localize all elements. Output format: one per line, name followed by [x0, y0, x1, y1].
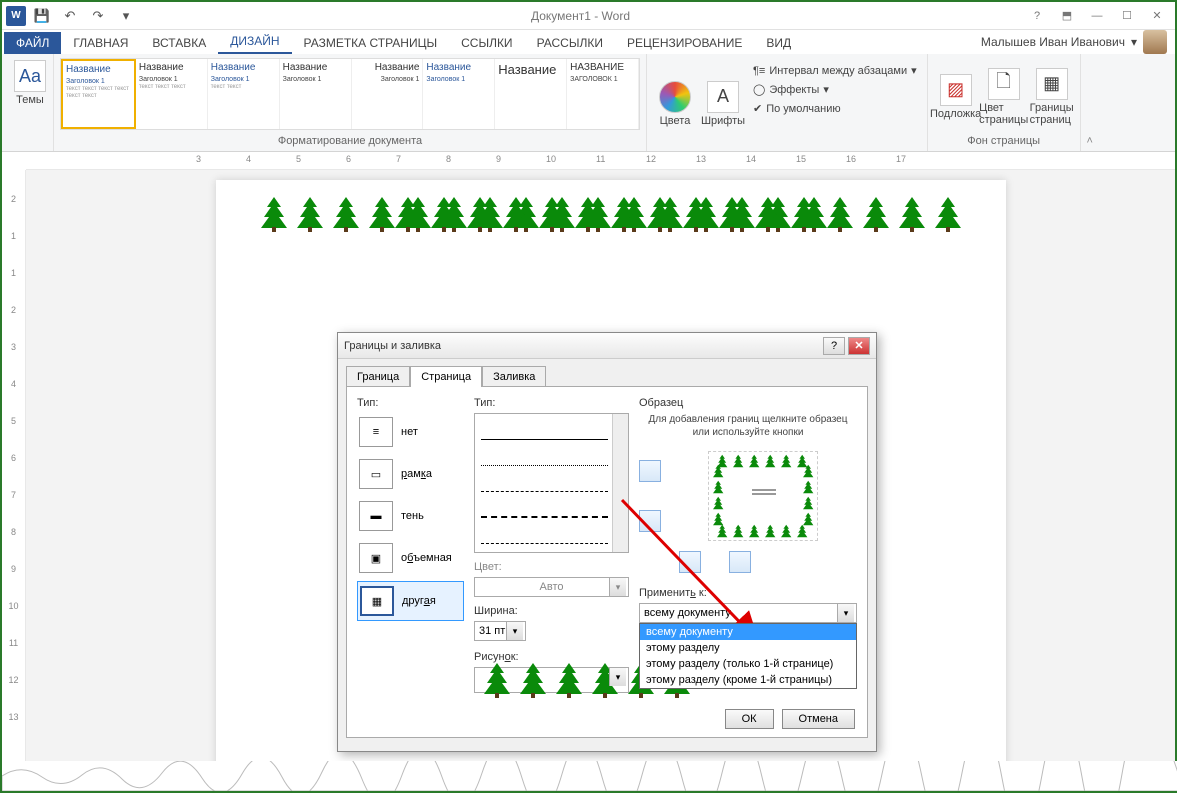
color-label: Цвет: — [474, 561, 629, 573]
page-color-button[interactable]: 🗋Цвет страницы — [982, 58, 1026, 135]
torn-edge — [2, 761, 1177, 791]
cancel-button[interactable]: Отмена — [782, 709, 855, 729]
window-title: Документ1 - Word — [138, 9, 1023, 23]
tab-home[interactable]: ГЛАВНАЯ — [61, 32, 140, 54]
close-button[interactable]: ✕ — [1143, 6, 1171, 26]
style-scrollbar[interactable] — [612, 414, 628, 552]
page-color-icon: 🗋 — [988, 68, 1020, 100]
apply-to-list[interactable]: всему документу этому разделу этому разд… — [639, 623, 857, 689]
apply-opt-whole-doc[interactable]: всему документу — [640, 624, 856, 640]
apply-opt-section-first[interactable]: этому разделу (только 1-й странице) — [640, 656, 856, 672]
width-label: Ширина: — [474, 605, 629, 617]
ribbon-tabs: ФАЙЛ ГЛАВНАЯ ВСТАВКА ДИЗАЙН РАЗМЕТКА СТР… — [2, 30, 1175, 54]
tab-file[interactable]: ФАЙЛ — [4, 32, 61, 54]
themes-label: Темы — [16, 94, 44, 106]
save-button[interactable]: 💾 — [30, 5, 54, 27]
preview-right-btn[interactable] — [729, 551, 751, 573]
ribbon: Aa Темы НазваниеЗаголовок 1текст текст т… — [2, 54, 1175, 152]
minimize-button[interactable]: — — [1083, 6, 1111, 26]
preview-hint: Для добавления границ щелкните образец и… — [639, 413, 857, 439]
help-button[interactable]: ? — [1023, 6, 1051, 26]
tab-design[interactable]: ДИЗАЙН — [218, 30, 291, 54]
page-borders-button[interactable]: ▦Границы страниц — [1030, 58, 1074, 135]
maximize-button[interactable]: ☐ — [1113, 6, 1141, 26]
dialog-title: Границы и заливка — [344, 340, 820, 352]
word-icon: W — [6, 6, 26, 26]
apply-to-dropdown[interactable]: всему документу — [639, 603, 857, 623]
themes-icon: Aa — [14, 60, 46, 92]
tab-references[interactable]: ССЫЛКИ — [449, 32, 524, 54]
page-borders-icon: ▦ — [1036, 68, 1068, 100]
dialog-body: Тип: ≡нет ▭рамка ▬тень ▣объемная ▦другая… — [346, 386, 868, 738]
ribbon-options-button[interactable]: ⬒ — [1053, 6, 1081, 26]
style-label: Тип: — [474, 397, 629, 409]
avatar — [1143, 30, 1167, 54]
set-default-button[interactable]: ✔ По умолчанию — [749, 100, 921, 117]
type-3d[interactable]: ▣объемная — [357, 539, 464, 577]
type-label: Тип: — [357, 397, 464, 409]
apply-opt-section-except-first[interactable]: этому разделу (кроме 1-й страницы) — [640, 672, 856, 688]
preview-left-btn[interactable] — [679, 551, 701, 573]
border-right-trees — [390, 195, 966, 238]
watermark-button[interactable]: ▨Подложка — [934, 58, 978, 135]
qat-customize[interactable]: ▾ — [114, 5, 138, 27]
preview-box[interactable] — [708, 451, 818, 541]
tab-page-layout[interactable]: РАЗМЕТКА СТРАНИЦЫ — [292, 32, 450, 54]
colors-button[interactable]: Цвета — [653, 58, 697, 149]
dialog-help-button[interactable]: ? — [823, 337, 845, 355]
type-shadow[interactable]: ▬тень — [357, 497, 464, 535]
group-bg-label: Фон страницы — [934, 135, 1074, 149]
tab-review[interactable]: РЕЦЕНЗИРОВАНИЕ — [615, 32, 754, 54]
user-area[interactable]: Малышев Иван Иванович ▾ — [981, 30, 1175, 54]
collapse-ribbon-button[interactable]: ˄ — [1081, 54, 1099, 151]
quick-access-toolbar: W 💾 ↶ ↷ ▾ — [6, 5, 138, 27]
width-spinner[interactable]: 31 пт — [474, 621, 526, 641]
tab-view[interactable]: ВИД — [754, 32, 803, 54]
type-none[interactable]: ≡нет — [357, 413, 464, 451]
type-box[interactable]: ▭рамка — [357, 455, 464, 493]
dialog-title-bar[interactable]: Границы и заливка ? ✕ — [338, 333, 876, 359]
art-dropdown[interactable] — [474, 667, 629, 693]
dialog-tab-page[interactable]: Страница — [410, 366, 482, 387]
preview-bottom-btn[interactable] — [639, 510, 661, 532]
user-name: Малышев Иван Иванович — [981, 35, 1125, 49]
preview-label: Образец — [639, 397, 857, 409]
color-dropdown[interactable]: Авто — [474, 577, 629, 597]
apply-label: Применить к: — [639, 587, 857, 599]
vertical-ruler[interactable]: 2112345678910111213 — [2, 170, 26, 789]
dialog-tab-shading[interactable]: Заливка — [482, 366, 546, 387]
dialog-close-button[interactable]: ✕ — [848, 337, 870, 355]
horizontal-ruler[interactable]: 34567891011121314151617 — [26, 152, 1175, 170]
tab-mailings[interactable]: РАССЫЛКИ — [525, 32, 615, 54]
themes-button[interactable]: Aa Темы — [8, 58, 52, 108]
colors-icon — [659, 81, 691, 113]
type-custom[interactable]: ▦другая — [357, 581, 464, 621]
fonts-button[interactable]: AШрифты — [701, 58, 745, 149]
watermark-icon: ▨ — [940, 74, 972, 106]
undo-button[interactable]: ↶ — [58, 5, 82, 27]
ok-button[interactable]: ОК — [725, 709, 774, 729]
line-style-list[interactable] — [474, 413, 629, 553]
fonts-icon: A — [707, 81, 739, 113]
apply-opt-section[interactable]: этому разделу — [640, 640, 856, 656]
borders-shading-dialog: Границы и заливка ? ✕ Граница Страница З… — [337, 332, 877, 752]
dialog-tabs: Граница Страница Заливка — [338, 359, 876, 386]
paragraph-spacing-button[interactable]: ¶≡ Интервал между абзацами ▾ — [749, 62, 921, 79]
title-bar: W 💾 ↶ ↷ ▾ Документ1 - Word ? ⬒ — ☐ ✕ — [2, 2, 1175, 30]
tab-insert[interactable]: ВСТАВКА — [140, 32, 218, 54]
style-gallery[interactable]: НазваниеЗаголовок 1текст текст текст тек… — [60, 58, 640, 130]
effects-button[interactable]: ◯ Эффекты ▾ — [749, 81, 921, 98]
dialog-tab-border[interactable]: Граница — [346, 366, 410, 387]
group-format-label: Форматирование документа — [60, 135, 640, 149]
redo-button[interactable]: ↷ — [86, 5, 110, 27]
preview-top-btn[interactable] — [639, 460, 661, 482]
